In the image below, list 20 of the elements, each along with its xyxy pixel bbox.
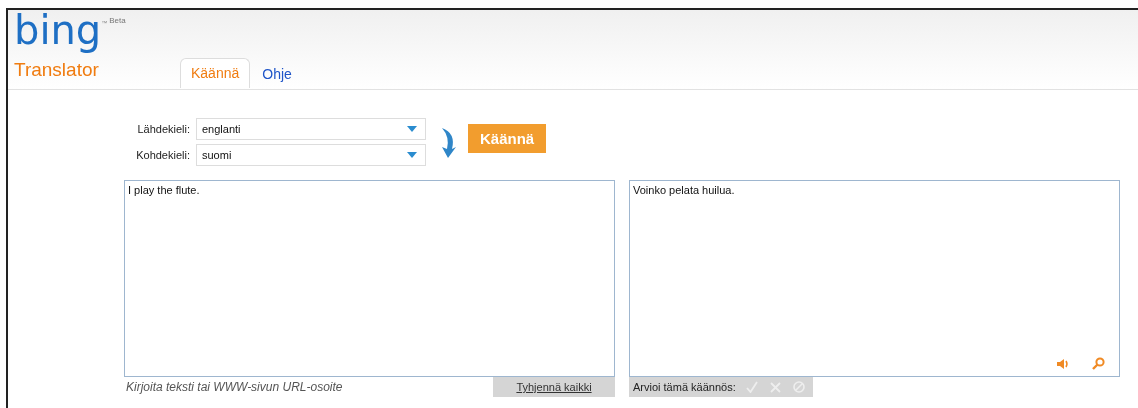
speaker-icon[interactable] [1056, 357, 1070, 370]
clear-all-button[interactable]: Tyhjennä kaikki [493, 377, 615, 397]
beta-label: Beta [109, 16, 126, 25]
language-dropdown[interactable]: englanti [196, 118, 426, 140]
search-icon[interactable] [1092, 357, 1105, 370]
language-dropdown[interactable]: suomi [196, 144, 426, 166]
language-label: Kohdekieli: [135, 149, 190, 161]
input-hint: Kirjoita teksti tai WWW-sivun URL-osoite [126, 380, 343, 394]
rate-label: Arvioi tämä käännös: [633, 381, 736, 393]
block-icon[interactable] [792, 381, 805, 393]
tab[interactable]: Ohje [254, 60, 300, 88]
check-icon[interactable] [745, 381, 758, 393]
product-name: Translator [14, 58, 100, 82]
caret-icon [407, 126, 417, 132]
source-text-field[interactable]: I play the flute. [124, 180, 615, 377]
close-icon[interactable] [769, 381, 781, 393]
translation-text: Voinko pelata huilua. [633, 184, 735, 196]
caret-icon [407, 152, 417, 158]
language-label: Lähdekieli: [136, 123, 190, 135]
bing-logo: bing [14, 6, 102, 54]
